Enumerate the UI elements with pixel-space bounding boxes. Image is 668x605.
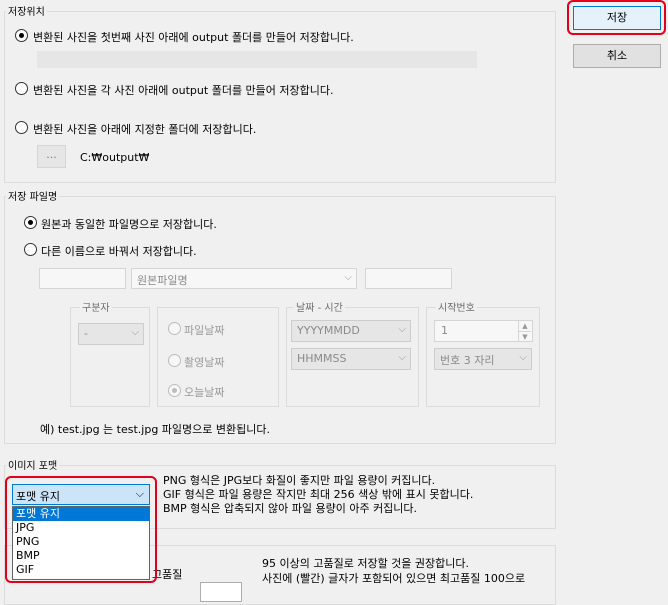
name-source-value: 원본파일명 [137, 274, 188, 287]
datetime-legend: 날짜 - 시간 [294, 299, 345, 314]
format-info-bmp: BMP 형식은 압축되지 않아 파일 용량이 아주 커집니다. [163, 502, 418, 515]
radio-filename-same-label[interactable]: 원본과 동일한 파일명으로 저장합니다. [41, 216, 217, 232]
browse-folder-button[interactable]: ... [37, 145, 66, 168]
quality-input[interactable] [200, 582, 242, 602]
custom-folder-path: C:₩output₩ [80, 151, 150, 164]
time-format-combo[interactable]: HHMMSS ⌵ [291, 348, 411, 370]
separator-legend: 구분자 [80, 299, 112, 314]
chevron-down-icon: ⌵ [398, 324, 406, 335]
radio-filename-same[interactable] [24, 216, 37, 229]
spin-up-icon[interactable]: ▲ [518, 321, 531, 331]
start-number-value: 1 [441, 324, 448, 337]
radio-filename-rename[interactable] [24, 243, 37, 256]
radio-save-each-label[interactable]: 변환된 사진을 각 사진 아래에 output 폴더를 만들어 저장합니다. [33, 82, 334, 98]
quality-info-1: 95 이상의 고품질로 저장할 것을 권장합니다. [262, 557, 470, 570]
save-first-path-field [37, 51, 477, 68]
filename-legend: 저장 파일명 [6, 188, 60, 203]
save-highlight-box [567, 0, 666, 35]
separator-combo[interactable]: - ⌵ [78, 323, 144, 345]
filename-example-text: 예) test.jpg 는 test.jpg 파일명으로 변환됩니다. [40, 423, 270, 436]
format-info-gif: GIF 형식은 파일 용량은 작지만 최대 256 색상 밖에 표시 못합니다. [163, 488, 474, 501]
save-location-legend: 저장위치 [6, 3, 47, 18]
date-format-combo[interactable]: YYYYMMDD ⌵ [291, 320, 411, 342]
radio-file-date[interactable] [168, 322, 181, 335]
prefix-input[interactable] [39, 268, 126, 289]
image-format-legend: 이미지 포맷 [6, 457, 60, 472]
format-highlight-box [5, 476, 157, 583]
time-format-value: HHMMSS [297, 352, 347, 365]
format-info-png: PNG 형식은 JPG보다 화질이 좋지만 파일 용량이 커집니다. [163, 474, 436, 487]
radio-save-custom[interactable] [15, 121, 28, 134]
start-number-spinner[interactable]: 1 ▲ ▼ [434, 320, 533, 342]
radio-file-date-label[interactable]: 파일날짜 [184, 322, 224, 338]
chevron-down-icon: ⌵ [344, 272, 352, 283]
separator-group [70, 307, 150, 407]
radio-filename-rename-label[interactable]: 다른 이름으로 바꿔서 저장합니다. [41, 243, 197, 259]
radio-save-first[interactable] [15, 29, 28, 42]
separator-value: - [84, 327, 88, 340]
cancel-button[interactable]: 취소 [573, 44, 661, 68]
chevron-down-icon: ⌵ [131, 327, 139, 338]
start-number-legend: 시작번호 [436, 299, 477, 314]
spin-down-icon[interactable]: ▼ [518, 331, 531, 341]
radio-save-custom-label[interactable]: 변환된 사진을 아래에 지정한 폴더에 저장합니다. [33, 121, 256, 137]
radio-shot-date-label[interactable]: 촬영날짜 [184, 354, 224, 370]
chevron-down-icon: ⌵ [398, 352, 406, 363]
date-format-value: YYYYMMDD [297, 324, 360, 337]
radio-shot-date[interactable] [168, 354, 181, 367]
radio-today-date[interactable] [168, 384, 181, 397]
name-source-combo[interactable]: 원본파일명 ⌵ [131, 268, 357, 289]
suffix-input[interactable] [365, 268, 452, 289]
radio-save-first-label[interactable]: 변환된 사진을 첫번째 사진 아래에 output 폴더를 만들어 저장합니다. [33, 29, 354, 45]
quality-info-2: 사진에 (빨간) 글자가 포함되어 있으면 최고품질 100으로 [262, 572, 526, 585]
chevron-down-icon: ⌵ [519, 352, 527, 363]
digits-value: 번호 3 자리 [440, 354, 495, 367]
radio-today-date-label[interactable]: 오늘날짜 [184, 384, 224, 400]
digits-combo[interactable]: 번호 3 자리 ⌵ [434, 348, 532, 370]
radio-save-each[interactable] [15, 82, 28, 95]
